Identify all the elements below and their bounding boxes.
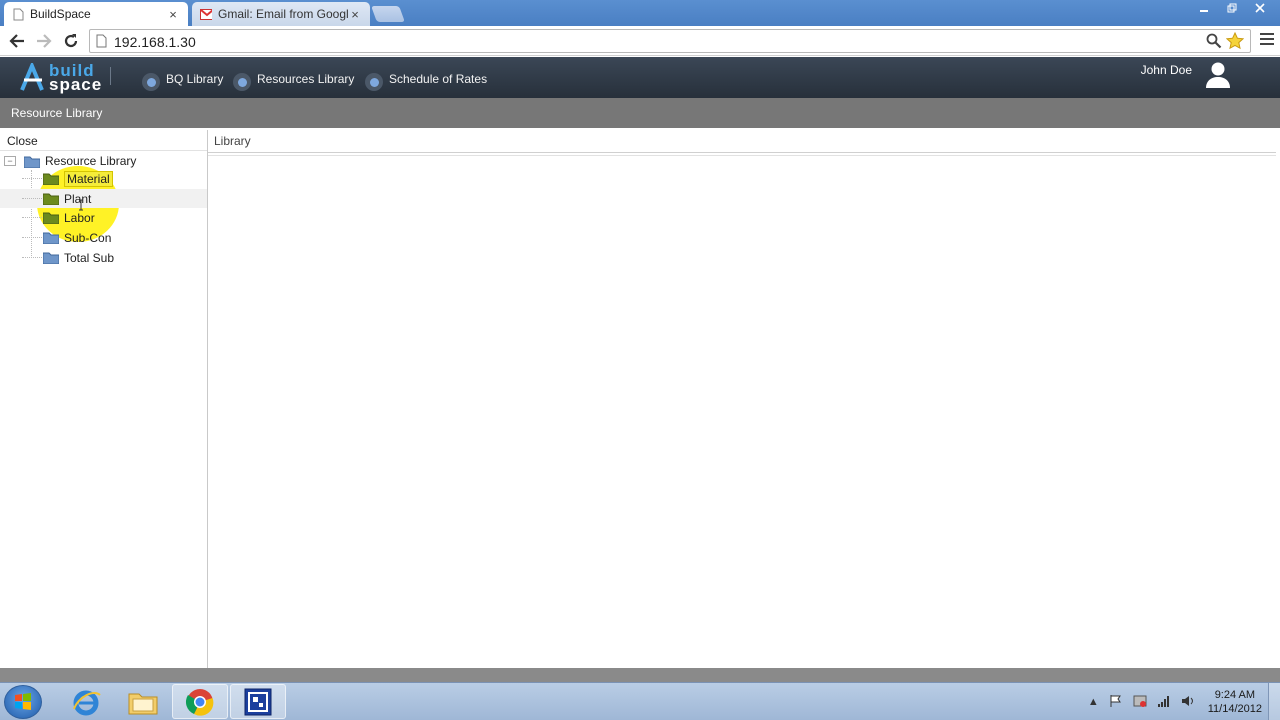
address-bar[interactable]: 192.168.1.30 bbox=[89, 29, 1251, 53]
folder-icon bbox=[43, 212, 59, 224]
browser-tab-strip: BuildSpace × Gmail: Email from Google × bbox=[0, 0, 1280, 26]
tree-label: Labor bbox=[64, 210, 95, 225]
action-center-flag-icon[interactable] bbox=[1109, 694, 1123, 711]
tree-label: Total Sub bbox=[64, 250, 115, 265]
tree-item-total-sub[interactable]: Total Sub bbox=[22, 248, 207, 267]
windows-taskbar: ▲ 9:24 AM 11/14/2012 bbox=[0, 682, 1280, 720]
page-footer-bar bbox=[0, 668, 1280, 682]
tree-label: Sub-Con bbox=[64, 230, 112, 245]
app-header: build space BQ Library Resources Library… bbox=[0, 57, 1280, 98]
text-cursor-icon bbox=[79, 199, 83, 211]
tab-close-icon[interactable]: × bbox=[166, 7, 180, 22]
restore-icon[interactable] bbox=[1218, 0, 1246, 18]
library-panel: Library bbox=[208, 130, 1280, 668]
show-desktop-button[interactable] bbox=[1268, 683, 1280, 720]
nav-label: Resources Library bbox=[257, 72, 355, 86]
taskbar-clock[interactable]: 9:24 AM 11/14/2012 bbox=[1208, 688, 1262, 716]
folder-icon bbox=[43, 173, 59, 185]
back-button[interactable] bbox=[6, 30, 28, 52]
tree-label: Resource Library bbox=[45, 154, 137, 168]
nav-label: Schedule of Rates bbox=[389, 72, 488, 86]
user-avatar-icon[interactable] bbox=[1205, 61, 1231, 89]
reload-button[interactable] bbox=[60, 30, 82, 52]
tree-item-material[interactable]: Material bbox=[22, 169, 207, 188]
clock-date: 11/14/2012 bbox=[1207, 703, 1262, 715]
windows-logo-icon bbox=[15, 693, 31, 710]
page-title: Resource Library bbox=[0, 98, 1280, 128]
nav-schedule-of-rates[interactable]: Schedule of Rates bbox=[365, 65, 487, 93]
folder-icon bbox=[128, 693, 158, 714]
internet-explorer-icon bbox=[73, 690, 101, 715]
bq-library-icon bbox=[142, 73, 160, 91]
tree-item-sub-con[interactable]: Sub-Con bbox=[22, 228, 207, 247]
network-signal-icon[interactable] bbox=[1157, 694, 1171, 711]
tab-gmail[interactable]: Gmail: Email from Google × bbox=[192, 2, 370, 26]
folder-icon bbox=[43, 232, 59, 244]
folder-icon bbox=[43, 193, 59, 205]
internet-explorer-button[interactable] bbox=[58, 684, 114, 719]
remote-app-button[interactable] bbox=[230, 684, 286, 719]
nav-resources-library[interactable]: Resources Library bbox=[233, 65, 354, 93]
chrome-icon bbox=[185, 688, 214, 716]
header-divider bbox=[208, 152, 1276, 153]
forward-button[interactable] bbox=[33, 30, 55, 52]
tab-buildspace[interactable]: BuildSpace × bbox=[4, 2, 188, 26]
reload-icon bbox=[64, 34, 78, 48]
nav-bq-library[interactable]: BQ Library bbox=[142, 65, 223, 93]
application-window-icon bbox=[244, 688, 272, 715]
volume-icon[interactable] bbox=[1181, 694, 1195, 711]
buildspace-logo[interactable]: build space bbox=[18, 61, 114, 95]
show-hidden-icons-icon[interactable]: ▲ bbox=[1088, 696, 1099, 708]
back-arrow-icon bbox=[9, 34, 24, 48]
user-name[interactable]: John Doe bbox=[1141, 63, 1192, 77]
url-text: 192.168.1.30 bbox=[114, 34, 196, 50]
logo-mark-icon bbox=[20, 63, 44, 91]
system-tray: ▲ 9:24 AM 11/14/2012 bbox=[1083, 683, 1262, 720]
header-divider bbox=[110, 67, 111, 85]
forward-arrow-icon bbox=[37, 34, 52, 48]
menu-icon[interactable] bbox=[1260, 33, 1274, 47]
minimize-icon[interactable] bbox=[1190, 0, 1218, 18]
gmail-icon bbox=[200, 7, 212, 21]
security-icon[interactable] bbox=[1133, 694, 1147, 711]
page-icon bbox=[96, 34, 107, 51]
tab-label: BuildSpace bbox=[30, 7, 91, 21]
library-header: Library bbox=[214, 134, 251, 148]
nav-label: BQ Library bbox=[166, 72, 224, 86]
tree-label: Material bbox=[64, 170, 113, 187]
bookmark-star-icon[interactable] bbox=[1225, 31, 1245, 53]
browser-toolbar: 192.168.1.30 bbox=[0, 26, 1280, 56]
schedule-of-rates-icon bbox=[365, 73, 383, 91]
file-explorer-button[interactable] bbox=[115, 684, 171, 719]
clock-time: 9:24 AM bbox=[1214, 689, 1256, 701]
magnifier-icon[interactable] bbox=[1206, 33, 1222, 52]
panel-divider bbox=[0, 150, 207, 151]
window-controls bbox=[1190, 0, 1274, 18]
new-tab-button[interactable] bbox=[371, 6, 405, 22]
tab-close-icon[interactable]: × bbox=[348, 7, 362, 22]
folder-icon bbox=[43, 252, 59, 264]
header-divider bbox=[208, 155, 1276, 156]
resources-library-icon bbox=[233, 73, 251, 91]
folder-icon bbox=[24, 156, 40, 168]
tab-label: Gmail: Email from Google bbox=[218, 7, 348, 21]
chrome-button[interactable] bbox=[172, 684, 228, 719]
close-button[interactable]: Close bbox=[7, 134, 38, 148]
logo-word-space: space bbox=[49, 75, 103, 94]
close-window-icon[interactable] bbox=[1246, 0, 1274, 18]
page-icon bbox=[12, 7, 24, 21]
tree-item-plant[interactable]: Plant bbox=[0, 189, 207, 208]
start-button[interactable] bbox=[4, 685, 42, 719]
tree-item-labor[interactable]: Labor bbox=[22, 208, 207, 227]
collapse-icon[interactable]: − bbox=[4, 156, 16, 166]
